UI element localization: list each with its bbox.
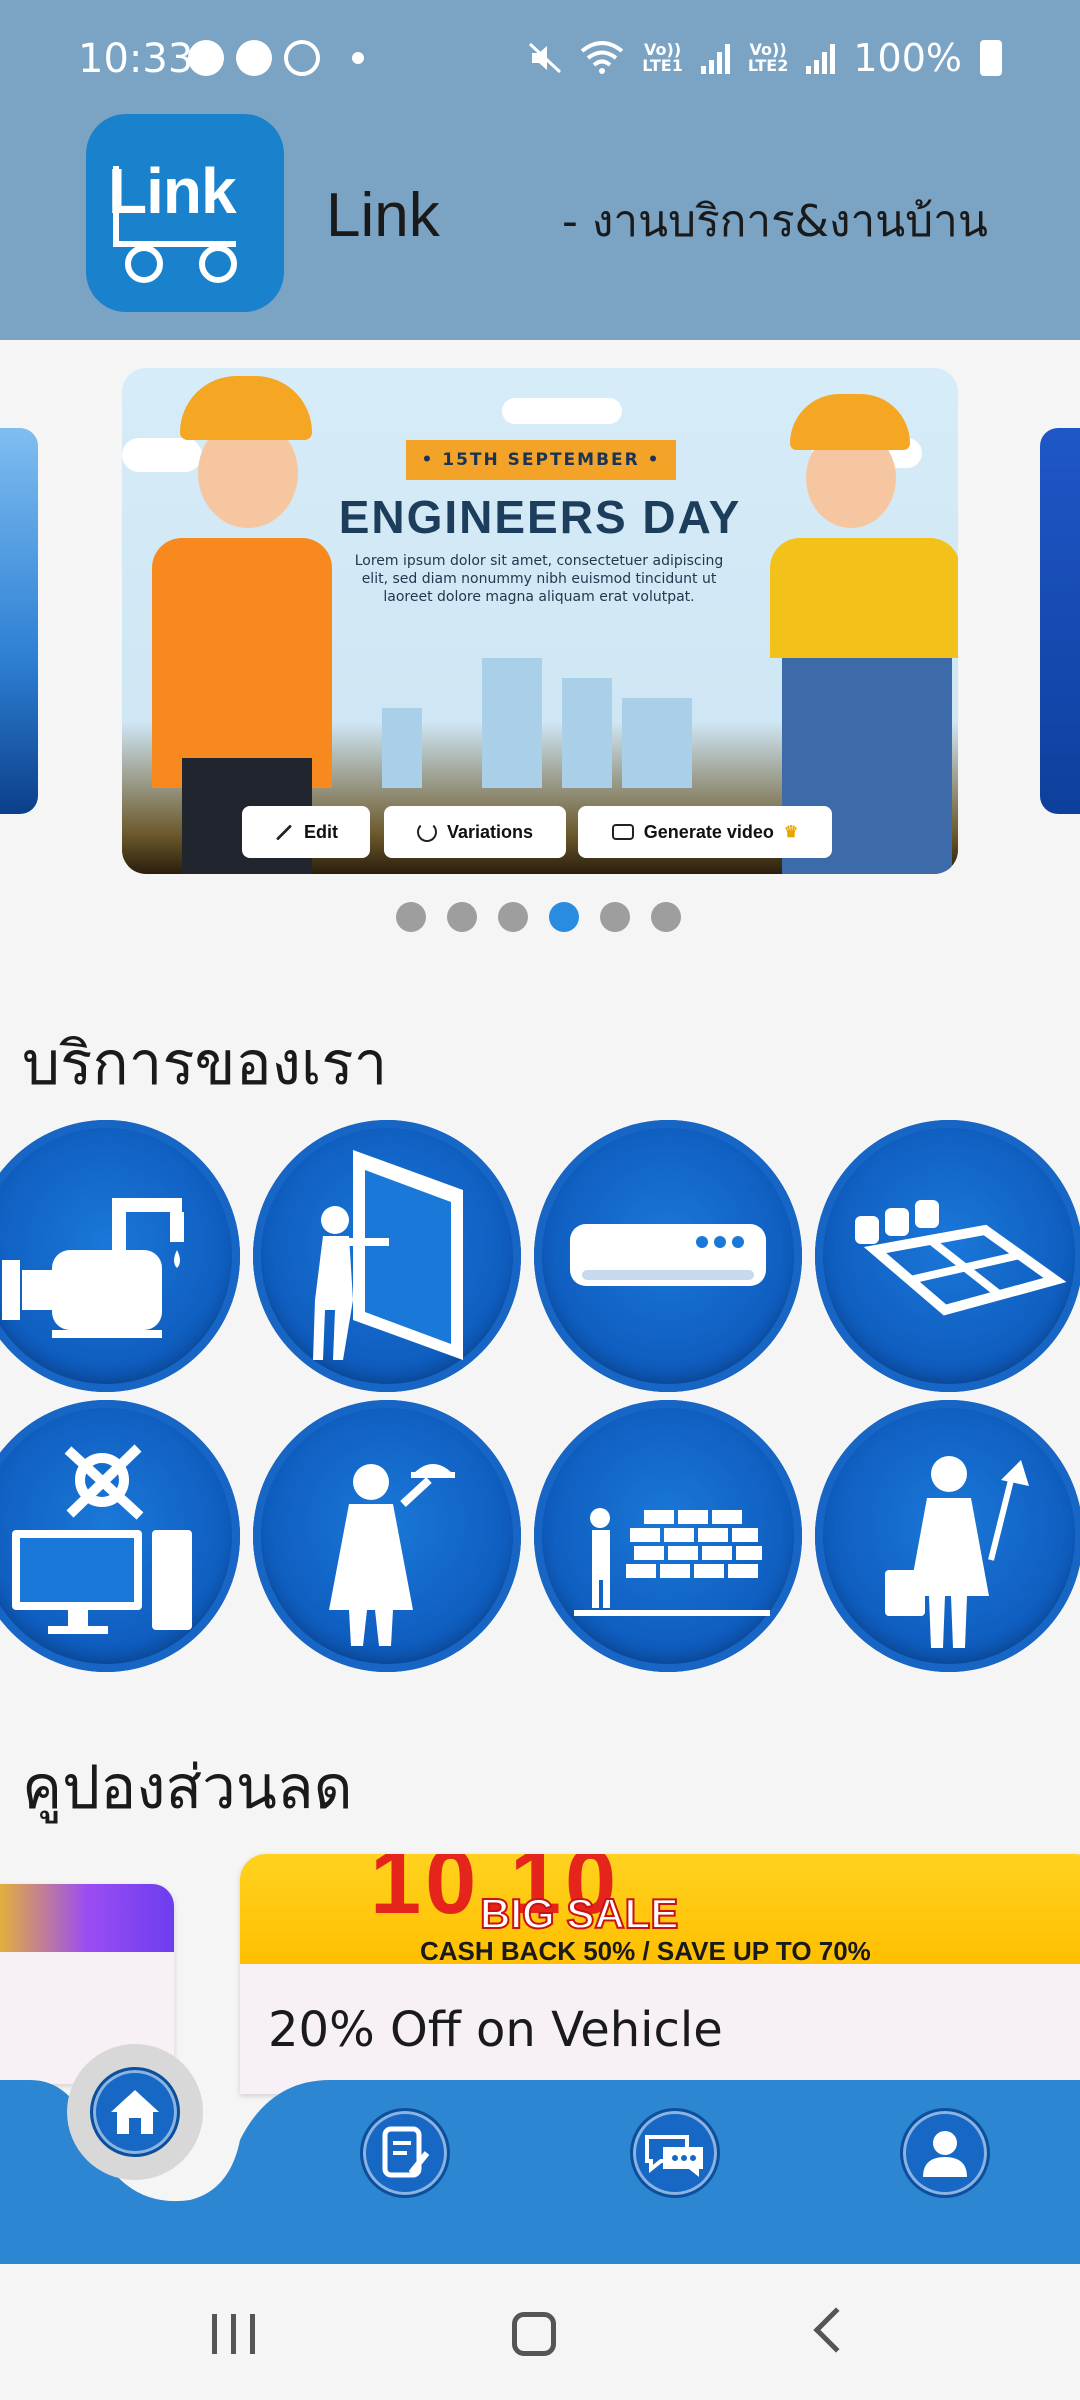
coupon-image	[0, 1884, 174, 1952]
app-header: 10:33 Vo)) LTE1 Vo)) LTE2 100% Link Link…	[0, 0, 1080, 340]
service-bricklayer[interactable]	[534, 1400, 802, 1672]
carousel-indicator	[396, 902, 681, 932]
missed-call-icon	[284, 40, 320, 76]
edit-button[interactable]: Edit	[242, 806, 370, 858]
logo-cart-icon	[113, 166, 237, 283]
service-floor-tile[interactable]	[815, 1120, 1080, 1392]
city-skyline	[482, 658, 542, 788]
system-home-icon[interactable]	[512, 2312, 556, 2356]
status-time: 10:33	[78, 36, 194, 82]
status-right: Vo)) LTE1 Vo)) LTE2 100%	[528, 36, 1002, 80]
pump-icon	[2, 1198, 184, 1338]
signal-icon-2	[806, 42, 836, 74]
generate-video-button[interactable]: Generate video ♛	[578, 806, 832, 858]
recent-apps-icon[interactable]	[212, 2314, 255, 2354]
hard-hat	[180, 376, 312, 440]
service-computer-repair[interactable]	[0, 1400, 240, 1672]
coupon-image-line: CASH BACK 50% / SAVE UP TO 70%	[420, 1936, 871, 1964]
carousel-prev-card[interactable]	[0, 428, 38, 814]
carousel-dot[interactable]	[447, 902, 477, 932]
city-skyline	[562, 678, 612, 788]
carousel-dot[interactable]	[498, 902, 528, 932]
lte2-indicator: Vo)) LTE2	[748, 42, 789, 74]
wifi-icon	[581, 41, 624, 74]
lte1-indicator: Vo)) LTE1	[642, 42, 683, 74]
banner-ribbon: • 15TH SEPTEMBER •	[406, 440, 676, 480]
nav-profile[interactable]	[900, 2108, 990, 2198]
lte2-label: LTE2	[747, 56, 789, 75]
edit-label: Edit	[304, 821, 338, 842]
video-camera-icon	[611, 824, 634, 840]
app-name: Link	[326, 181, 440, 250]
system-navigation-bar	[0, 2264, 1080, 2400]
crown-icon: ♛	[783, 824, 799, 841]
messenger-icon	[236, 40, 272, 76]
lte1-label: LTE1	[642, 56, 683, 75]
battery-percent: 100%	[853, 36, 962, 80]
carousel-dot-active[interactable]	[549, 902, 579, 932]
floor-tile-icon	[855, 1200, 1067, 1316]
coupon-image: 10.10 BIG SALE CASH BACK 50% / SAVE UP T…	[240, 1854, 1080, 1964]
home-icon	[111, 2090, 159, 2134]
magic-wand-icon	[275, 823, 293, 841]
notification-icons	[188, 40, 364, 76]
coupon-card[interactable]: 10.10 BIG SALE CASH BACK 50% / SAVE UP T…	[240, 1854, 1080, 2094]
city-skyline	[382, 708, 422, 788]
bricklayer-icon	[574, 1508, 770, 1616]
back-icon[interactable]	[813, 2307, 859, 2353]
housekeeper-icon	[329, 1464, 455, 1646]
services-title: บริการของเรา	[22, 1029, 388, 1099]
service-pump[interactable]	[0, 1120, 240, 1392]
app-subtitle: - งานบริการ&งานบ้าน	[562, 196, 988, 247]
air-conditioner-icon	[570, 1224, 766, 1286]
variations-button[interactable]: Variations	[384, 806, 566, 858]
service-housekeeper[interactable]	[253, 1400, 521, 1672]
cleaner-icon	[885, 1456, 1029, 1648]
engineer-man-illustration	[122, 368, 382, 874]
engineer-woman-illustration	[762, 368, 958, 874]
app-logo[interactable]: Link	[86, 114, 284, 312]
service-cleaner[interactable]	[815, 1400, 1080, 1672]
generate-video-label: Generate video	[643, 821, 774, 842]
nav-orders[interactable]	[360, 2108, 450, 2198]
coupon-label: 20% Off on Vehicle	[268, 2002, 723, 2058]
nav-chat[interactable]	[630, 2108, 720, 2198]
coupons-title: คูปองส่วนลด	[22, 1753, 353, 1823]
wall-install-icon	[313, 1150, 463, 1360]
service-air-conditioner[interactable]	[534, 1120, 802, 1392]
promo-banner[interactable]: • 15TH SEPTEMBER • ENGINEERS DAY Lorem i…	[122, 368, 958, 874]
hard-hat	[790, 394, 910, 450]
cloud-shape	[502, 398, 622, 424]
safety-vest	[152, 538, 332, 788]
carousel-dot[interactable]	[600, 902, 630, 932]
orders-icon	[382, 2126, 430, 2178]
profile-icon	[923, 2131, 967, 2177]
battery-icon	[980, 40, 1002, 76]
carousel-dot[interactable]	[396, 902, 426, 932]
coupon-image-sub-text: BIG SALE	[479, 1889, 679, 1938]
message-icon	[188, 40, 224, 76]
city-skyline	[622, 698, 692, 788]
more-notifications-icon	[352, 52, 364, 64]
shirt	[770, 538, 958, 658]
carousel-dot[interactable]	[651, 902, 681, 932]
signal-icon	[700, 42, 730, 74]
refresh-icon	[416, 822, 437, 842]
banner-body: Lorem ipsum dolor sit amet, consectetuer…	[354, 553, 724, 605]
status-bar: 10:33 Vo)) LTE1 Vo)) LTE2 100%	[0, 0, 1080, 120]
nav-home[interactable]	[90, 2067, 180, 2157]
computer-repair-icon	[12, 1444, 192, 1634]
chat-icon	[645, 2135, 703, 2177]
mute-icon	[529, 42, 562, 74]
variations-label: Variations	[446, 821, 534, 842]
service-wall-install[interactable]	[253, 1120, 521, 1392]
carousel-next-card[interactable]	[1040, 428, 1080, 814]
